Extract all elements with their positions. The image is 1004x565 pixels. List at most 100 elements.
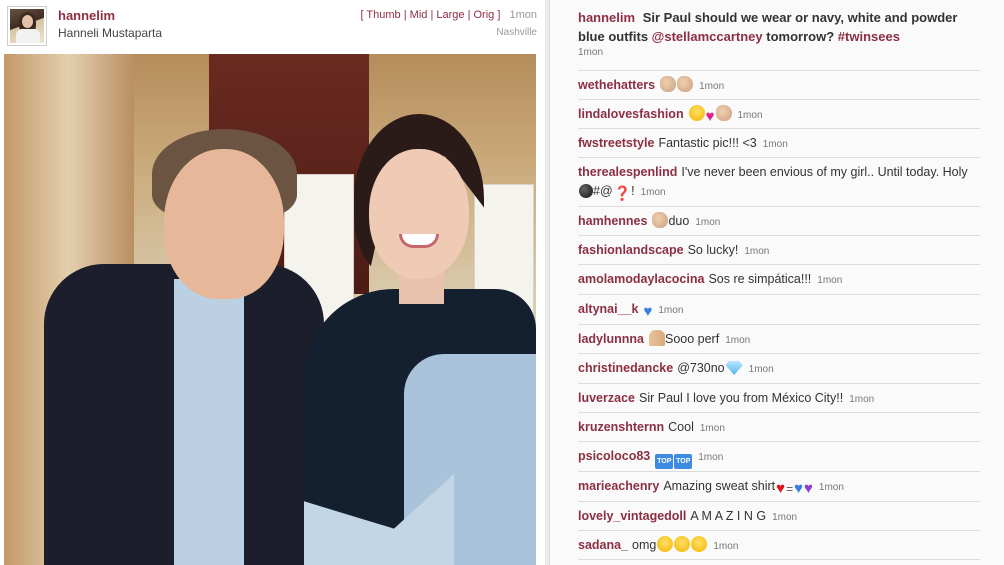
comment-time: 1mon	[658, 305, 684, 316]
comment-user[interactable]: christinedancke	[578, 361, 673, 375]
size-link-thumb[interactable]: Thumb	[366, 9, 400, 21]
post-fullname: Hanneli Mustaparta	[58, 26, 163, 40]
purple-heart-icon: ♥	[804, 480, 813, 497]
comment-row: luverzace Sir Paul I love you from México…	[578, 384, 980, 413]
comment-time: 1mon	[817, 275, 843, 286]
comment-user[interactable]: fashionlandscape	[578, 243, 684, 257]
comment-row: christinedancke @730no 1mon	[578, 354, 980, 384]
comment-time: 1mon	[699, 423, 725, 434]
ok-hand-icon	[715, 105, 732, 121]
blue-heart-icon: ♥	[794, 480, 803, 497]
comment-time: 1mon	[737, 110, 763, 121]
comment-text: @730no	[677, 361, 725, 375]
caption-time: 1mon	[578, 47, 604, 58]
comments-panel: hannelim Sir Paul should we wear or navy…	[549, 0, 1004, 565]
comment-text: Amazing sweat shirt	[663, 479, 776, 493]
size-link-mid[interactable]: Mid	[410, 9, 428, 21]
heart-eyes-icon	[691, 536, 708, 552]
comment-user[interactable]: marieachenry	[578, 479, 659, 493]
comment-user[interactable]: lovely_vintagedoll	[578, 509, 686, 523]
caption-text-after: tomorrow?	[766, 29, 835, 44]
comment-row: fashionlandscape So lucky! 1mon	[578, 236, 980, 265]
comment-row: sadana_ omg 1mon	[578, 531, 980, 560]
comment-time: 1mon	[748, 364, 774, 375]
comment-user[interactable]: sadana_	[578, 538, 628, 552]
comment-user[interactable]: wethehatters	[578, 78, 655, 92]
caption-hashtag[interactable]: #twinsees	[838, 29, 900, 44]
comment-text: So lucky!	[687, 243, 739, 257]
comment-text: Fantastic pic!!! <3	[658, 136, 757, 150]
praying-hands-icon	[648, 330, 665, 346]
heart-eyes-icon	[688, 105, 705, 121]
comment-row: kruzenshternn Cool 1mon	[578, 413, 980, 442]
caption-user[interactable]: hannelim	[578, 10, 635, 25]
comment-time: 1mon	[762, 139, 788, 150]
comment-text: Cool	[668, 420, 694, 434]
diamond-icon	[725, 361, 743, 375]
bomb-icon	[579, 184, 593, 198]
comment-time: 1mon	[640, 187, 666, 198]
caption: hannelim Sir Paul should we wear or navy…	[578, 8, 980, 71]
comment-user[interactable]: psicoloco83	[578, 449, 650, 463]
comment-text: omg	[632, 538, 657, 552]
sizes-close-bracket: ]	[497, 9, 501, 21]
comment-row: marieachenry Amazing sweat shirt♥=♥♥ 1mon	[578, 472, 980, 502]
comment-user[interactable]: therealespenlind	[578, 165, 677, 179]
question-mark-icon: ❓	[613, 185, 632, 201]
comment-time: 1mon	[744, 246, 770, 257]
comment-row: ladylunnna Sooo perf 1mon	[578, 325, 980, 354]
comment-row: fwstreetstyle Fantastic pic!!! <3 1mon	[578, 129, 980, 158]
comment-text: Sos re simpática!!!	[708, 272, 812, 286]
comment-time: 1mon	[725, 335, 751, 346]
comment-time: 1mon	[772, 512, 798, 523]
top-icon: TOP	[655, 454, 674, 469]
post-username[interactable]: hannelim	[58, 8, 115, 23]
comment-text: Sir Paul I love you from México City!!	[638, 391, 844, 405]
comment-text: duo	[668, 214, 690, 228]
blue-heart-icon: ♥	[643, 303, 653, 320]
comment-time: 1mon	[695, 217, 721, 228]
comment-user[interactable]: altynai__k	[578, 302, 638, 316]
ok-hand-icon	[660, 76, 677, 92]
comment-text: #@	[593, 184, 613, 198]
comment-row: amolamodaylacocina Sos re simpática!!! 1mo…	[578, 265, 980, 295]
comment-row: therealespenlind I've never been envious …	[578, 158, 980, 207]
avatar[interactable]	[7, 6, 47, 46]
comment-time: 1mon	[818, 482, 844, 493]
comment-row: lovely_vintagedoll A M A Z I N G 1mon	[578, 502, 980, 531]
size-link-orig[interactable]: Orig	[474, 9, 495, 21]
sizes-open-bracket: [	[360, 9, 364, 21]
comment-text: Sooo perf	[664, 332, 720, 346]
comment-time: 1mon	[849, 394, 875, 405]
comment-time: 1mon	[713, 541, 739, 552]
comment-user[interactable]: kruzenshternn	[578, 420, 664, 434]
equals-icon: =	[786, 482, 794, 496]
comment-row: wethehatters 1mon	[578, 71, 980, 100]
comment-row: psicoloco83 TOP TOP 1mon	[578, 442, 980, 472]
post-time: 1mon	[509, 9, 537, 21]
comment-user[interactable]: hamhennes	[578, 214, 647, 228]
top-icon: TOP	[674, 454, 693, 469]
red-heart-icon: ♥	[776, 480, 786, 497]
post-location[interactable]: Nashville	[496, 27, 537, 38]
size-link-large[interactable]: Large	[436, 9, 464, 21]
caption-mention[interactable]: @stellamccartney	[652, 29, 763, 44]
comment-user[interactable]: lindalovesfashion	[578, 107, 684, 121]
size-links: [ Thumb | Mid | Large | Orig ] 1mon	[360, 9, 538, 21]
comment-text: I've never been envious of my girl.. Unt…	[681, 165, 968, 179]
comment-user[interactable]: ladylunnna	[578, 332, 644, 346]
ok-hand-icon	[677, 76, 694, 92]
heart-eyes-icon	[657, 536, 674, 552]
comment-text: !	[631, 184, 635, 198]
post-photo[interactable]	[4, 54, 536, 565]
comment-user[interactable]: fwstreetstyle	[578, 136, 654, 150]
heart-eyes-icon	[674, 536, 691, 552]
comment-user[interactable]: luverzace	[578, 391, 635, 405]
heart-icon: ♥	[705, 108, 715, 125]
post-panel: hannelim Hanneli Mustaparta [ Thumb | Mi…	[0, 0, 545, 565]
comment-row: lindalovesfashion ♥ 1mon	[578, 100, 980, 129]
comment-user[interactable]: amolamodaylacocina	[578, 272, 704, 286]
comment-text: A M A Z I N G	[690, 509, 767, 523]
comment-time: 1mon	[699, 81, 725, 92]
comment-row: hamhennes duo 1mon	[578, 207, 980, 236]
